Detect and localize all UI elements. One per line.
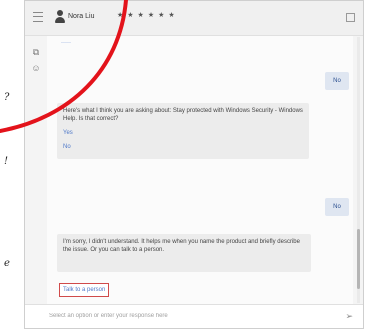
- scrollbar-thumb[interactable]: [357, 229, 360, 289]
- bot-message-text: Here's what I think you are asking about…: [63, 108, 303, 122]
- background-text: ?: [4, 92, 10, 103]
- background-text: !: [4, 156, 9, 167]
- bot-message-bubble: I'm sorry, I didn't understand. It helps…: [57, 234, 311, 272]
- rating-stars[interactable]: ★★★★★★: [117, 11, 179, 19]
- user-message-chip: No: [325, 72, 349, 90]
- user-message-chip: No: [325, 198, 349, 216]
- agent-name: Nora Liu: [68, 13, 95, 20]
- bot-message-text: I'm sorry, I didn't understand. It helps…: [63, 239, 300, 253]
- send-icon[interactable]: ➢: [345, 311, 353, 322]
- background-page: ? ! e: [0, 0, 24, 330]
- option-no-link[interactable]: No: [63, 143, 303, 151]
- agent-avatar-icon: [55, 10, 65, 24]
- chat-window: Nora Liu ★★★★★★ ⧉ ☺ ····· No Here's what…: [24, 0, 364, 329]
- emoji-icon[interactable]: ☺: [31, 63, 41, 73]
- truncated-link[interactable]: ·····: [61, 40, 71, 46]
- restore-window-icon[interactable]: [346, 13, 355, 22]
- background-text: e: [4, 258, 10, 269]
- message-input[interactable]: [49, 310, 329, 322]
- conversation-area[interactable]: ····· No Here's what I think you are ask…: [47, 36, 353, 304]
- bot-message-bubble: Here's what I think you are asking about…: [57, 103, 309, 159]
- menu-icon[interactable]: [33, 12, 43, 22]
- input-bar: ➢: [25, 304, 363, 328]
- option-yes-link[interactable]: Yes: [63, 129, 303, 137]
- talk-to-person-button[interactable]: Talk to a person: [59, 283, 110, 297]
- copy-icon[interactable]: ⧉: [31, 47, 41, 57]
- chat-titlebar: Nora Liu ★★★★★★: [25, 1, 363, 36]
